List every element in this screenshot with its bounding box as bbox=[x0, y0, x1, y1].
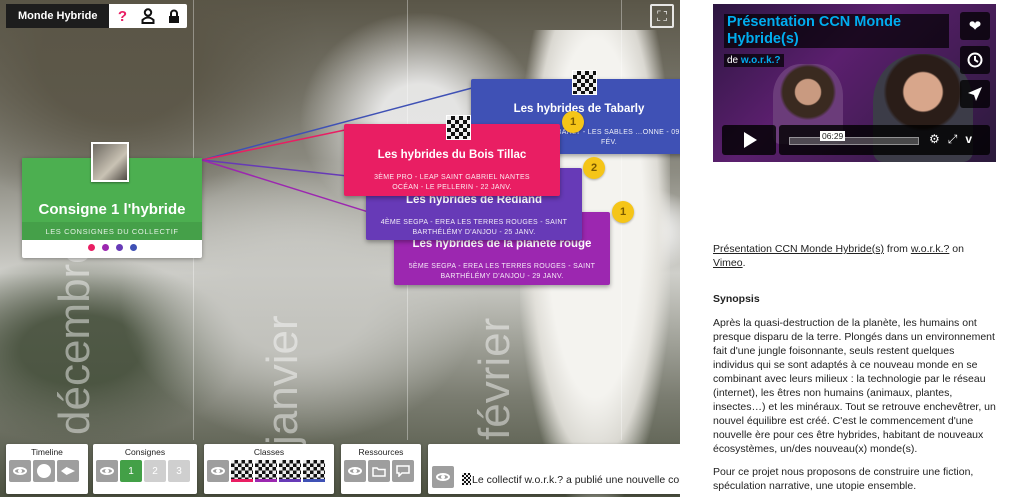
progress-track[interactable]: 06:29 bbox=[789, 131, 919, 145]
vimeo-icon[interactable]: v bbox=[965, 132, 972, 147]
panel-label: Consignes bbox=[124, 447, 166, 457]
credit-end: . bbox=[742, 257, 746, 269]
expand-icon[interactable]: ⤢ bbox=[948, 132, 958, 147]
consigne-dots bbox=[22, 244, 202, 251]
card-thumbnail bbox=[446, 115, 471, 140]
app-title[interactable]: Monde Hybride bbox=[6, 4, 110, 28]
comment-count-badge[interactable]: 1 bbox=[562, 111, 584, 133]
panel-label: Classes bbox=[253, 447, 285, 457]
video-controls: 06:29 ⚙ ⤢ v bbox=[779, 125, 990, 155]
eye-icon[interactable] bbox=[207, 460, 229, 482]
help-icon[interactable]: ? bbox=[109, 4, 135, 28]
comment-count-badge[interactable]: 2 bbox=[583, 157, 605, 179]
dot bbox=[101, 244, 109, 251]
comment-count-badge[interactable]: 1 bbox=[612, 201, 634, 223]
news-panel[interactable]: Le collectif w.o.r.k.? a publié une nouv… bbox=[428, 444, 680, 494]
timeline-stage[interactable]: décembre janvier février Monde Hybride ?… bbox=[0, 0, 680, 497]
eye-icon[interactable] bbox=[432, 466, 454, 488]
class-filter-button[interactable] bbox=[231, 460, 253, 482]
consigne-thumbnail bbox=[91, 142, 129, 182]
synopsis-paragraph: Pour ce projet nous proposons de constru… bbox=[713, 466, 974, 492]
credit-from: from bbox=[883, 243, 911, 255]
dot bbox=[87, 244, 95, 251]
timeline-panel: Timeline bbox=[6, 444, 88, 494]
byline-author[interactable]: w.o.r.k.? bbox=[741, 55, 781, 66]
panel-label: Ressources bbox=[358, 447, 404, 457]
class-filter-button[interactable] bbox=[303, 460, 325, 482]
consigne-subtitle: LES CONSIGNES DU COLLECTIF bbox=[22, 222, 202, 240]
news-text: Le collectif w.o.r.k.? a publié une nouv… bbox=[472, 474, 680, 486]
synopsis-text: Après la quasi-destruction de la planète… bbox=[713, 316, 996, 497]
eye-icon[interactable] bbox=[344, 460, 366, 482]
synopsis-paragraph: Après la quasi-destruction de la planète… bbox=[713, 317, 996, 455]
card-title: Les hybrides du Bois Tillac bbox=[377, 149, 527, 161]
dot bbox=[129, 244, 137, 251]
video-byline: de w.o.r.k.? bbox=[724, 54, 784, 67]
card-meta: 5ÈME SEGPA - EREA LES TERRES ROUGES - SA… bbox=[408, 263, 596, 280]
eye-icon[interactable] bbox=[9, 460, 31, 482]
credit-platform-link[interactable]: Vimeo bbox=[713, 257, 743, 269]
news-avatar bbox=[462, 473, 471, 485]
video-title[interactable]: Présentation CCN Monde Hybride(s) bbox=[724, 14, 949, 48]
consigne-button-2[interactable]: 2 bbox=[144, 460, 166, 482]
eye-icon[interactable] bbox=[96, 460, 118, 482]
card-meta: 3ÈME PRO - LEAP SAINT GABRIEL NANTES OCÉ… bbox=[374, 174, 530, 191]
video-player[interactable]: Présentation CCN Monde Hybride(s) de w.o… bbox=[713, 4, 996, 162]
play-button[interactable] bbox=[722, 125, 776, 155]
consigne-button-3[interactable]: 3 bbox=[168, 460, 190, 482]
clock-icon[interactable] bbox=[960, 46, 990, 74]
send-icon[interactable] bbox=[960, 80, 990, 108]
card-thumbnail bbox=[572, 70, 597, 95]
classes-panel: Classes bbox=[204, 444, 334, 494]
lock-icon[interactable] bbox=[161, 4, 187, 28]
credit-on: on bbox=[949, 243, 964, 255]
folder-icon[interactable] bbox=[368, 460, 390, 482]
byline-prefix: de bbox=[727, 55, 739, 66]
consignes-panel: Consignes 1 2 3 bbox=[93, 444, 197, 494]
video-duration: 06:29 bbox=[820, 131, 846, 141]
fullscreen-button[interactable]: ⛶ bbox=[650, 4, 674, 28]
class-filter-button[interactable] bbox=[279, 460, 301, 482]
heart-icon[interactable]: ❤ bbox=[960, 12, 990, 40]
video-credit: Présentation CCN Monde Hybride(s) from w… bbox=[713, 242, 996, 270]
dot bbox=[115, 244, 123, 251]
detail-panel: Présentation CCN Monde Hybride(s) de w.o… bbox=[680, 0, 1024, 497]
settings-icon[interactable]: ⚙ bbox=[929, 132, 940, 147]
top-toolbar: Monde Hybride ? bbox=[6, 4, 188, 28]
ressources-panel: Ressources bbox=[341, 444, 421, 494]
synopsis-heading: Synopsis bbox=[713, 293, 760, 305]
comment-icon[interactable] bbox=[392, 460, 414, 482]
panel-label: Timeline bbox=[31, 447, 63, 457]
class-filter-button[interactable] bbox=[255, 460, 277, 482]
circle-icon[interactable] bbox=[33, 460, 55, 482]
card-meta: 4ÈME SEGPA - EREA LES TERRES ROUGES - SA… bbox=[380, 219, 568, 236]
user-icon[interactable] bbox=[135, 4, 161, 28]
credit-author-link[interactable]: w.o.r.k.? bbox=[911, 243, 950, 255]
diamond-icon[interactable] bbox=[57, 460, 79, 482]
consigne-button-1[interactable]: 1 bbox=[120, 460, 142, 482]
credit-title-link[interactable]: Présentation CCN Monde Hybride(s) bbox=[713, 243, 884, 255]
